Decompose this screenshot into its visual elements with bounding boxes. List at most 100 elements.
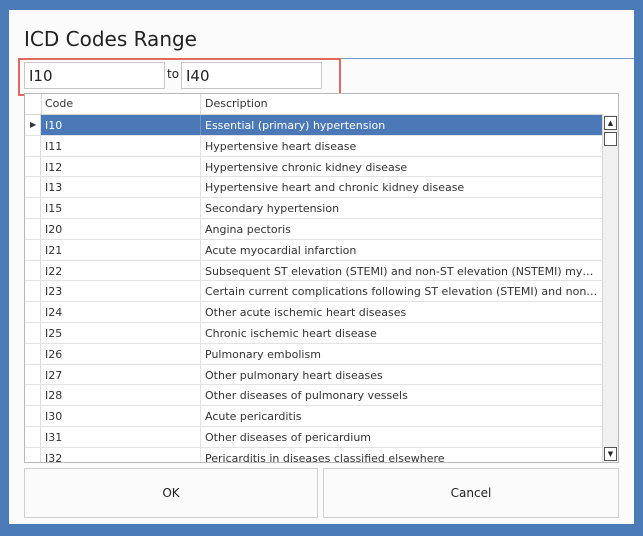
table-row[interactable]: I31 Other diseases of pericardium — [25, 426, 603, 448]
cell-separator — [200, 177, 201, 198]
cell-separator — [200, 364, 201, 385]
row-indicator[interactable] — [25, 302, 41, 322]
column-header-description[interactable]: Description — [205, 97, 268, 110]
icd-codes-grid[interactable]: Code Description ▶ I10 Essential (primary)… — [24, 93, 619, 463]
cell-separator — [200, 198, 201, 218]
cell-code: I20 — [45, 222, 63, 236]
cell-code: I10 — [45, 119, 63, 132]
range-to-label: to — [167, 67, 180, 81]
row-indicator[interactable] — [25, 364, 41, 385]
cell-code: I15 — [45, 202, 63, 216]
table-row[interactable]: I24 Other acute ischemic heart diseases — [25, 302, 603, 323]
row-indicator[interactable] — [25, 135, 41, 156]
header-column-separator[interactable] — [200, 94, 201, 114]
cell-description: Certain current complications following … — [205, 285, 600, 299]
row-indicator[interactable] — [25, 385, 41, 406]
grid-header: Code Description — [25, 94, 603, 115]
scroll-thumb[interactable] — [604, 132, 617, 146]
row-indicator[interactable] — [25, 406, 41, 426]
cell-code: I26 — [45, 347, 63, 361]
cell-separator — [200, 406, 201, 426]
cell-code: I21 — [45, 243, 63, 257]
row-indicator[interactable] — [25, 177, 41, 198]
cell-separator — [200, 156, 201, 177]
table-row[interactable]: I27 Other pulmonary heart diseases — [25, 364, 603, 386]
cell-description: Hypertensive chronic kidney disease — [205, 160, 408, 174]
row-indicator[interactable] — [25, 218, 41, 239]
cell-description: Angina pectoris — [205, 222, 291, 236]
table-row[interactable]: I20 Angina pectoris — [25, 218, 603, 240]
cell-description: Secondary hypertension — [205, 202, 340, 216]
table-row[interactable]: I15 Secondary hypertension — [25, 198, 603, 219]
cell-separator — [200, 385, 201, 406]
dialog-title: ICD Codes Range — [24, 27, 197, 51]
scroll-up-icon[interactable]: ▲ — [604, 116, 617, 130]
cell-description: Other diseases of pulmonary vessels — [205, 389, 408, 403]
cell-separator — [200, 322, 201, 343]
row-indicator[interactable] — [25, 198, 41, 218]
cell-description: Acute myocardial infarction — [205, 243, 357, 257]
table-row[interactable]: I26 Pulmonary embolism — [25, 343, 603, 365]
cell-separator — [200, 260, 201, 281]
table-row[interactable]: I32 Pericarditis in diseases classified e… — [25, 447, 603, 463]
table-row[interactable]: I21 Acute myocardial infarction — [25, 239, 603, 261]
table-row[interactable]: I12 Hypertensive chronic kidney disease — [25, 156, 603, 178]
cell-code: I31 — [45, 430, 63, 444]
table-row[interactable]: I22 Subsequent ST elevation (STEMI) and n… — [25, 260, 603, 282]
range-from-input[interactable]: I10 — [24, 62, 165, 89]
cell-code: I13 — [45, 181, 63, 195]
cell-separator — [200, 135, 201, 156]
icd-codes-range-dialog: ICD Codes Range I10 to I40 Code Descript… — [9, 10, 634, 524]
row-indicator[interactable] — [25, 447, 41, 462]
column-header-code[interactable]: Code — [45, 97, 73, 110]
cell-code: I12 — [45, 160, 63, 174]
header-indicator-separator — [41, 94, 42, 114]
cell-description: Other acute ischemic heart diseases — [205, 306, 407, 320]
cell-code: I24 — [45, 306, 63, 320]
cell-separator — [200, 302, 201, 322]
range-to-input[interactable]: I40 — [181, 62, 322, 89]
row-indicator[interactable] — [25, 426, 41, 447]
cell-separator — [200, 239, 201, 260]
cell-code: I27 — [45, 368, 63, 382]
current-row-arrow-icon: ▶ — [30, 120, 37, 129]
row-indicator[interactable] — [25, 239, 41, 260]
ok-button[interactable]: OK — [24, 468, 318, 518]
cell-code: I22 — [45, 264, 63, 278]
grid-rows: ▶ I10 Essential (primary) hypertension I11 H… — [25, 115, 603, 463]
cell-code: I11 — [45, 139, 63, 153]
table-row[interactable]: I13 Hypertensive heart and chronic kidney… — [25, 177, 603, 199]
table-row[interactable]: I11 Hypertensive heart disease — [25, 135, 603, 157]
row-indicator[interactable]: ▶ — [25, 115, 41, 135]
cell-description: Subsequent ST elevation (STEMI) and non-… — [205, 264, 600, 278]
row-indicator[interactable] — [25, 260, 41, 281]
table-row[interactable]: I30 Acute pericarditis — [25, 406, 603, 427]
cancel-button[interactable]: Cancel — [323, 468, 619, 518]
table-row[interactable]: I25 Chronic ischemic heart disease — [25, 322, 603, 344]
table-row[interactable]: I23 Certain current complications followi… — [25, 281, 603, 303]
cell-description: Pulmonary embolism — [205, 347, 321, 361]
cell-separator — [200, 343, 201, 364]
cell-description: Essential (primary) hypertension — [205, 119, 386, 132]
row-indicator[interactable] — [25, 343, 41, 364]
cell-description: Hypertensive heart and chronic kidney di… — [205, 181, 465, 195]
table-row[interactable]: ▶ I10 Essential (primary) hypertension — [25, 115, 603, 136]
cell-separator — [200, 281, 201, 302]
cell-separator — [200, 218, 201, 239]
scroll-down-icon[interactable]: ▼ — [604, 447, 617, 461]
cell-description: Hypertensive heart disease — [205, 139, 357, 153]
vertical-scrollbar[interactable]: ▲ ▼ — [602, 115, 618, 462]
cell-description: Acute pericarditis — [205, 410, 302, 424]
cell-description: Pericarditis in diseases classified else… — [205, 451, 445, 463]
cell-separator — [200, 115, 201, 135]
row-indicator[interactable] — [25, 322, 41, 343]
cell-description: Other pulmonary heart diseases — [205, 368, 383, 382]
cell-description: Chronic ischemic heart disease — [205, 326, 377, 340]
cell-code: I32 — [45, 451, 63, 463]
row-indicator[interactable] — [25, 281, 41, 302]
cell-code: I28 — [45, 389, 63, 403]
cell-code: I30 — [45, 410, 63, 424]
table-row[interactable]: I28 Other diseases of pulmonary vessels — [25, 385, 603, 407]
cell-description: Other diseases of pericardium — [205, 430, 372, 444]
row-indicator[interactable] — [25, 156, 41, 177]
